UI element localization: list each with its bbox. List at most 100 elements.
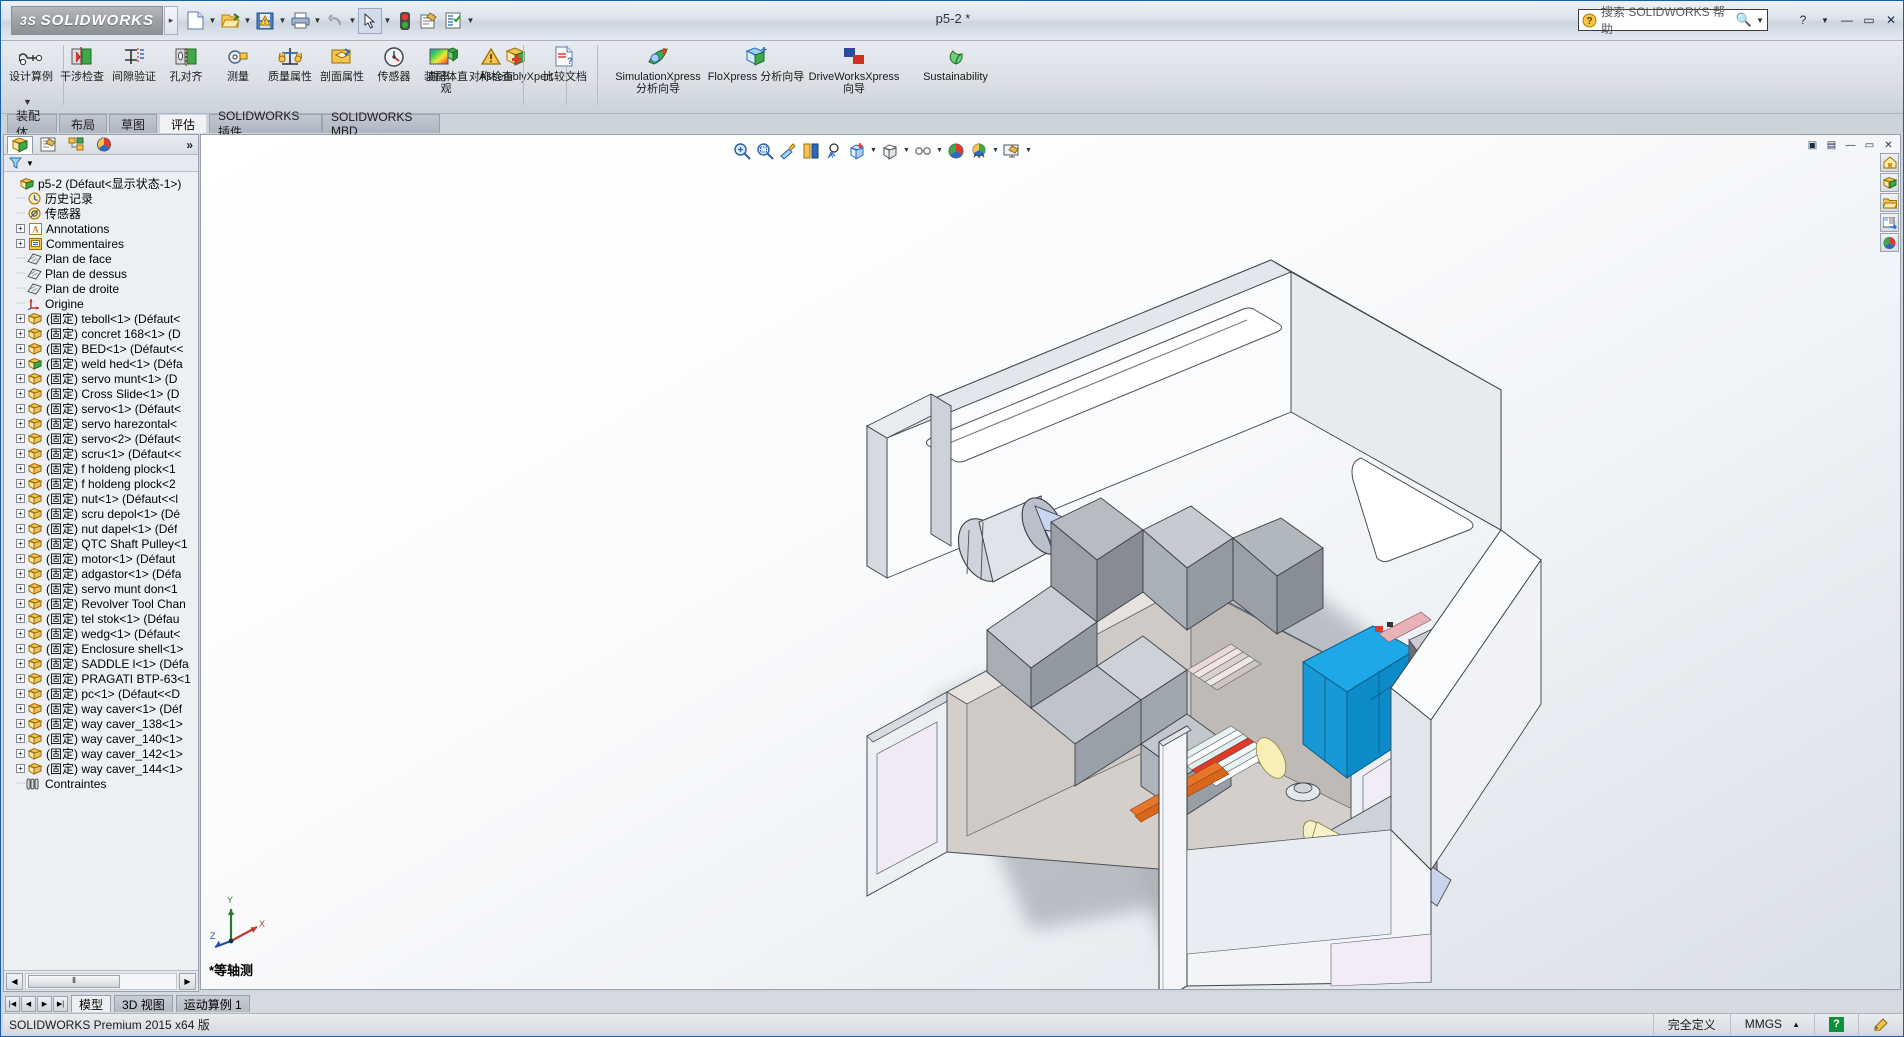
view-isometric-button[interactable]: [1880, 173, 1899, 192]
prev-tab-button[interactable]: ◀: [21, 996, 36, 1012]
configuration-manager-tab[interactable]: [63, 136, 89, 154]
tab-evaluate[interactable]: 评估: [159, 114, 207, 133]
curvature-button[interactable]: 曲率: [413, 41, 465, 111]
view-folder-button[interactable]: [1880, 193, 1899, 212]
tree-item[interactable]: +(固定) Enclosure shell<1>: [4, 641, 198, 656]
edit-appearance-cell[interactable]: [1858, 1014, 1903, 1035]
tree-item[interactable]: ⋯传感器: [4, 206, 198, 221]
tree-item[interactable]: +(固定) nut<1> (Défaut<<l: [4, 491, 198, 506]
tree-expand-toggle[interactable]: +: [16, 344, 25, 353]
tree-expand-toggle[interactable]: +: [16, 449, 25, 458]
help-button[interactable]: ?: [1793, 10, 1813, 30]
tree-expand-toggle[interactable]: +: [16, 539, 25, 548]
tree-item[interactable]: +(固定) PRAGATI BTP-63<1: [4, 671, 198, 686]
tree-item[interactable]: +(固定) tel stok<1> (Défau: [4, 611, 198, 626]
close-doc-button[interactable]: ✕: [1881, 139, 1896, 152]
tree-item[interactable]: +Commentaires: [4, 236, 198, 251]
tree-expand-toggle[interactable]: +: [16, 614, 25, 623]
interference-detection-button[interactable]: 干涉检查: [56, 41, 108, 111]
help-badge-cell[interactable]: ?: [1814, 1014, 1858, 1035]
maximize-button[interactable]: ▭: [1859, 10, 1879, 30]
edit-appearance-icon[interactable]: [1873, 1017, 1889, 1031]
search-icon[interactable]: 🔍: [1736, 12, 1752, 28]
filter-dropdown-icon[interactable]: ▼: [26, 159, 34, 168]
tree-item[interactable]: +(固定) wedg<1> (Défaut<: [4, 626, 198, 641]
tree-expand-toggle[interactable]: +: [16, 569, 25, 578]
property-manager-tab[interactable]: [35, 136, 61, 154]
tree-item[interactable]: +(固定) way caver_142<1>: [4, 746, 198, 761]
feature-tree-filter-bar[interactable]: ▼: [4, 155, 198, 172]
tree-expand-toggle[interactable]: +: [16, 509, 25, 518]
open-document-dropdown[interactable]: ▼: [242, 8, 253, 34]
simulation-xpress-button[interactable]: SimulationXpress 分析向导: [609, 41, 707, 111]
scroll-track[interactable]: ⦀: [25, 973, 177, 990]
flo-xpress-button[interactable]: FloXpress 分析向导: [707, 41, 805, 111]
tree-item[interactable]: ⋯Origine: [4, 296, 198, 311]
tree-expand-toggle[interactable]: +: [16, 629, 25, 638]
tree-item[interactable]: +(固定) scru depol<1> (Dé: [4, 506, 198, 521]
tree-item[interactable]: +(固定) servo munt don<1: [4, 581, 198, 596]
tree-expand-toggle[interactable]: +: [16, 659, 25, 668]
help-search-box[interactable]: ? 搜索 SOLIDWORKS 帮助 🔍 ▼: [1578, 9, 1768, 31]
tree-item[interactable]: ⋯Plan de droite: [4, 281, 198, 296]
apply-scene-dropdown[interactable]: ▼: [991, 140, 1000, 162]
feature-tree-hscrollbar[interactable]: ◀ ⦀ ▶: [4, 970, 198, 991]
maximize-doc-button[interactable]: ▭: [1862, 139, 1877, 152]
tab-solidworks-addins[interactable]: SOLIDWORKS 插件: [209, 114, 322, 133]
tree-expand-toggle[interactable]: +: [16, 524, 25, 533]
bottom-tab-3d-views[interactable]: 3D 视图: [114, 995, 173, 1012]
tree-expand-toggle[interactable]: +: [16, 584, 25, 593]
tree-item[interactable]: +(固定) servo harezontal<: [4, 416, 198, 431]
tree-item[interactable]: +(固定) concret 168<1> (D: [4, 326, 198, 341]
open-document-button[interactable]: [218, 8, 242, 34]
previous-view-button[interactable]: [777, 140, 799, 162]
tree-item[interactable]: ⋯历史记录: [4, 191, 198, 206]
tree-expand-toggle[interactable]: +: [16, 704, 25, 713]
bottom-tab-motion-study[interactable]: 运动算例 1: [176, 995, 250, 1012]
section-properties-button[interactable]: 剖面属性: [316, 41, 368, 111]
feature-manager-tab[interactable]: [7, 136, 33, 154]
hole-alignment-button[interactable]: 孔对齐: [160, 41, 212, 111]
tree-item[interactable]: +(固定) motor<1> (Défaut: [4, 551, 198, 566]
minimize-button[interactable]: —: [1837, 10, 1857, 30]
tab-layout[interactable]: 布局: [59, 114, 107, 133]
units-label[interactable]: MMGS ▲: [1730, 1014, 1814, 1035]
tree-expand-toggle[interactable]: +: [16, 719, 25, 728]
tree-item[interactable]: +(固定) SADDLE l<1> (Défa: [4, 656, 198, 671]
tree-item[interactable]: ⋯Contraintes: [4, 776, 198, 791]
restore-sub-button[interactable]: ▣: [1805, 139, 1820, 152]
tree-item[interactable]: ⋯Plan de face: [4, 251, 198, 266]
new-document-dropdown[interactable]: ▼: [207, 8, 218, 34]
tree-expand-toggle[interactable]: +: [16, 329, 25, 338]
solidworks-logo[interactable]: 3S SOLIDWORKS: [11, 6, 163, 35]
tree-item[interactable]: +(固定) adgastor<1> (Défa: [4, 566, 198, 581]
tree-expand-toggle[interactable]: +: [16, 389, 25, 398]
section-view-button[interactable]: [800, 140, 822, 162]
save-button[interactable]: !: [253, 8, 277, 34]
tab-assembly[interactable]: 装配体: [7, 114, 57, 133]
tree-item[interactable]: +(固定) way caver_140<1>: [4, 731, 198, 746]
tree-expand-toggle[interactable]: +: [16, 734, 25, 743]
print-button[interactable]: [288, 8, 312, 34]
tile-button[interactable]: ▤: [1824, 139, 1839, 152]
tree-expand-toggle[interactable]: +: [16, 764, 25, 773]
tree-item[interactable]: +(固定) teboll<1> (Défaut<: [4, 311, 198, 326]
design-study-button[interactable]: 设计算例 ▼: [5, 41, 57, 111]
edit-appearance-dropdown[interactable]: ▼: [935, 140, 944, 162]
next-tab-button[interactable]: ▶: [37, 996, 52, 1012]
help-badge[interactable]: ?: [1829, 1017, 1844, 1032]
tree-expand-toggle[interactable]: +: [16, 434, 25, 443]
minimize-doc-button[interactable]: —: [1843, 139, 1858, 152]
graphics-viewport[interactable]: A ▼ ▼ ▼ ▼ ▼: [200, 134, 1901, 990]
bottom-tab-model[interactable]: 模型: [71, 995, 111, 1012]
tree-expand-toggle[interactable]: +: [16, 599, 25, 608]
tree-expand-toggle[interactable]: +: [16, 314, 25, 323]
feature-tree[interactable]: p5-2 (Défaut<显示状态-1>)⋯历史记录⋯传感器+AAnnotati…: [4, 173, 198, 969]
units-dropdown-icon[interactable]: ▲: [1792, 1020, 1800, 1029]
tree-expand-toggle[interactable]: +: [16, 419, 25, 428]
tree-item[interactable]: +(固定) Cross Slide<1> (D: [4, 386, 198, 401]
properties-button[interactable]: [441, 8, 465, 34]
close-button[interactable]: ✕: [1881, 10, 1901, 30]
save-dropdown[interactable]: ▼: [277, 8, 288, 34]
apply-scene-button[interactable]: [945, 140, 967, 162]
